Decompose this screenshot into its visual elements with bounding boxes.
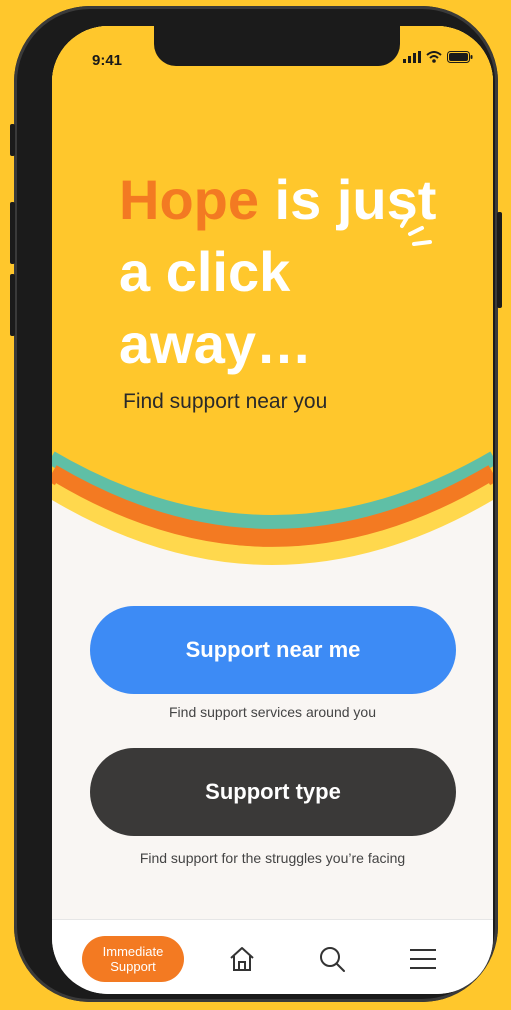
support-type-caption: Find support for the struggles you’re fa… xyxy=(139,850,406,866)
hero-headline: Hope is just a click away… xyxy=(119,164,439,380)
battery-icon xyxy=(447,51,473,63)
mute-switch xyxy=(10,124,15,156)
menu-icon[interactable] xyxy=(408,945,438,973)
signal-icon xyxy=(403,51,421,63)
sparkle-icon xyxy=(400,214,432,246)
support-near-me-button[interactable]: Support near me xyxy=(90,606,456,694)
headline-accent: Hope xyxy=(119,168,259,231)
immediate-support-button[interactable]: Immediate Support xyxy=(82,936,184,982)
app-screen: 9:41 Hope is just a click away… Find sup… xyxy=(52,26,493,994)
search-icon[interactable] xyxy=(318,945,346,973)
volume-down-button xyxy=(10,274,15,336)
bottom-nav: Immediate Support xyxy=(52,919,493,994)
status-time: 9:41 xyxy=(92,52,123,69)
home-icon[interactable] xyxy=(228,945,256,973)
hero-subtitle: Find support near you xyxy=(123,390,328,413)
status-icons xyxy=(403,51,473,63)
volume-up-button xyxy=(10,202,15,264)
notch xyxy=(154,26,400,66)
phone-frame: 9:41 Hope is just a click away… Find sup… xyxy=(10,6,502,1002)
support-type-button[interactable]: Support type xyxy=(90,748,456,836)
power-button xyxy=(497,212,502,308)
support-near-me-caption: Find support services around you xyxy=(169,704,376,720)
wifi-icon xyxy=(426,51,442,63)
